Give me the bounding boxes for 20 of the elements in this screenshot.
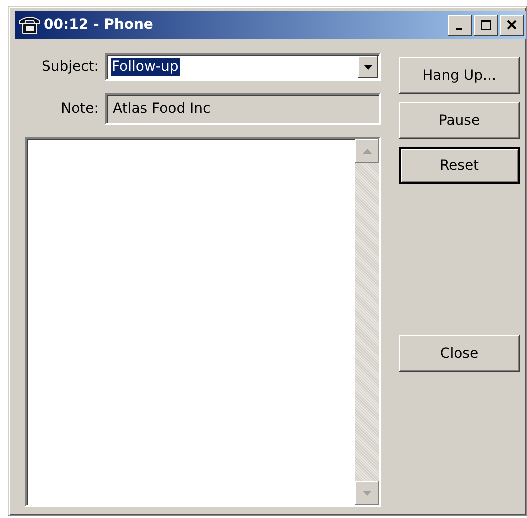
- dialog-button[interactable]: Hang Up...: [399, 57, 520, 94]
- maximize-icon: [481, 20, 491, 30]
- vertical-scrollbar[interactable]: [355, 139, 379, 505]
- close-dialog-button[interactable]: Close: [399, 335, 520, 372]
- note-field: Atlas Food Inc: [105, 93, 381, 125]
- minimize-icon: [456, 28, 462, 30]
- close-button[interactable]: [500, 14, 524, 36]
- subject-dropdown[interactable]: Follow-up: [105, 53, 381, 81]
- telephone-icon: [19, 15, 41, 35]
- scroll-down-icon[interactable]: [355, 481, 379, 505]
- subject-label: Subject:: [40, 59, 99, 75]
- dialog-button[interactable]: Reset: [399, 147, 520, 184]
- dialog-button[interactable]: Pause: [399, 102, 520, 139]
- minimize-button[interactable]: [448, 14, 472, 36]
- note-label: Note:: [60, 101, 99, 117]
- maximize-button[interactable]: [474, 14, 498, 36]
- window-title: 00:12 - Phone: [44, 17, 154, 33]
- close-icon: [507, 20, 517, 30]
- scroll-up-icon[interactable]: [355, 139, 379, 163]
- subject-value: Follow-up: [111, 58, 180, 76]
